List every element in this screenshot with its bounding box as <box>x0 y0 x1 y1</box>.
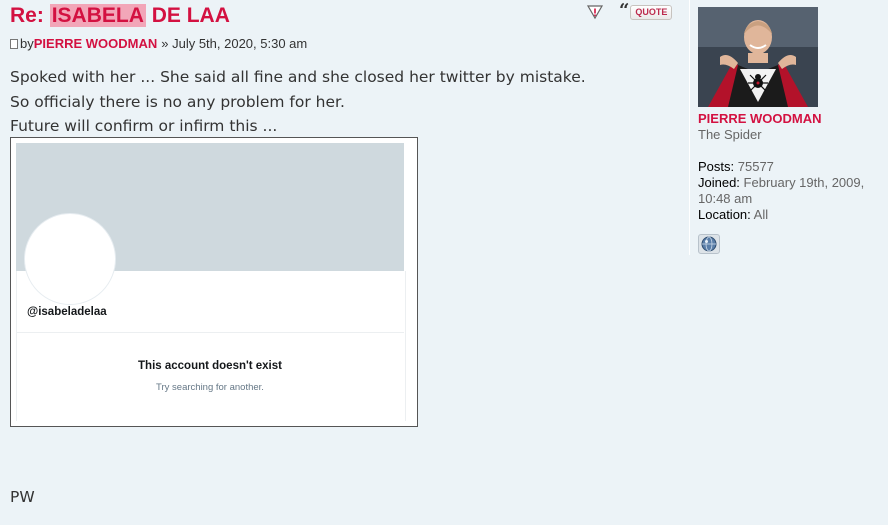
location-value: All <box>753 207 769 222</box>
profile-username[interactable]: PIERRE WOODMAN <box>698 111 822 126</box>
posts-label: Posts: <box>698 159 735 174</box>
website-icon <box>701 236 717 252</box>
posts-count[interactable]: 75577 <box>738 159 774 174</box>
profile-avatar-placeholder <box>24 213 116 305</box>
content-line: Spoked with her ... She said all fine an… <box>10 68 586 86</box>
post-title-suffix: DE LAA <box>145 4 230 27</box>
location-label: Location: <box>698 207 751 222</box>
joined-label: Joined: <box>698 175 740 190</box>
quote-button[interactable]: “ QUOTE <box>619 0 673 21</box>
quote-icon: “ <box>619 0 630 21</box>
content-line: Future will confirm or infirm this ... <box>10 117 278 135</box>
signature: PW <box>10 488 35 506</box>
search-highlight: ISABELA <box>49 4 146 27</box>
divider <box>16 332 404 333</box>
post-author-line: by PIERRE WOODMAN » July 5th, 2020, 5:30… <box>10 36 307 51</box>
quote-label: QUOTE <box>630 5 673 20</box>
account-handle: @isabeladelaa <box>27 306 107 318</box>
account-missing-submessage: Try searching for another. <box>156 382 264 393</box>
profile-rank: The Spider <box>698 127 762 142</box>
report-button[interactable] <box>586 4 604 20</box>
post-content: Spoked with her ... She said all fine an… <box>10 65 586 139</box>
posts-row: Posts: 75577 <box>698 159 864 175</box>
post-title[interactable]: Re: ISABELA DE LAA <box>10 4 230 28</box>
report-icon <box>586 5 604 20</box>
post-title-prefix: Re: <box>10 4 50 27</box>
profile-stats: Posts: 75577 Joined: February 19th, 2009… <box>698 159 864 223</box>
author-link[interactable]: PIERRE WOODMAN <box>34 36 158 51</box>
location-row: Location: All <box>698 207 864 223</box>
joined-row: Joined: February 19th, 2009, <box>698 175 864 191</box>
author-profile: PIERRE WOODMAN The Spider Posts: 75577 J… <box>689 0 888 255</box>
embedded-screenshot[interactable]: @isabeladelaa This account doesn't exist… <box>10 137 418 427</box>
date-separator: » <box>161 36 169 51</box>
post-icon[interactable] <box>10 38 18 49</box>
content-line: So officialy there is no any problem for… <box>10 92 345 111</box>
by-label: by <box>20 36 34 51</box>
website-button[interactable] <box>698 234 720 254</box>
joined-date: February 19th, 2009, <box>743 175 865 190</box>
avatar-image <box>698 7 818 107</box>
avatar[interactable] <box>698 7 818 107</box>
account-missing-message: This account doesn't exist <box>138 360 282 372</box>
joined-time: 10:48 am <box>698 191 753 206</box>
post-date: July 5th, 2020, 5:30 am <box>172 36 308 51</box>
